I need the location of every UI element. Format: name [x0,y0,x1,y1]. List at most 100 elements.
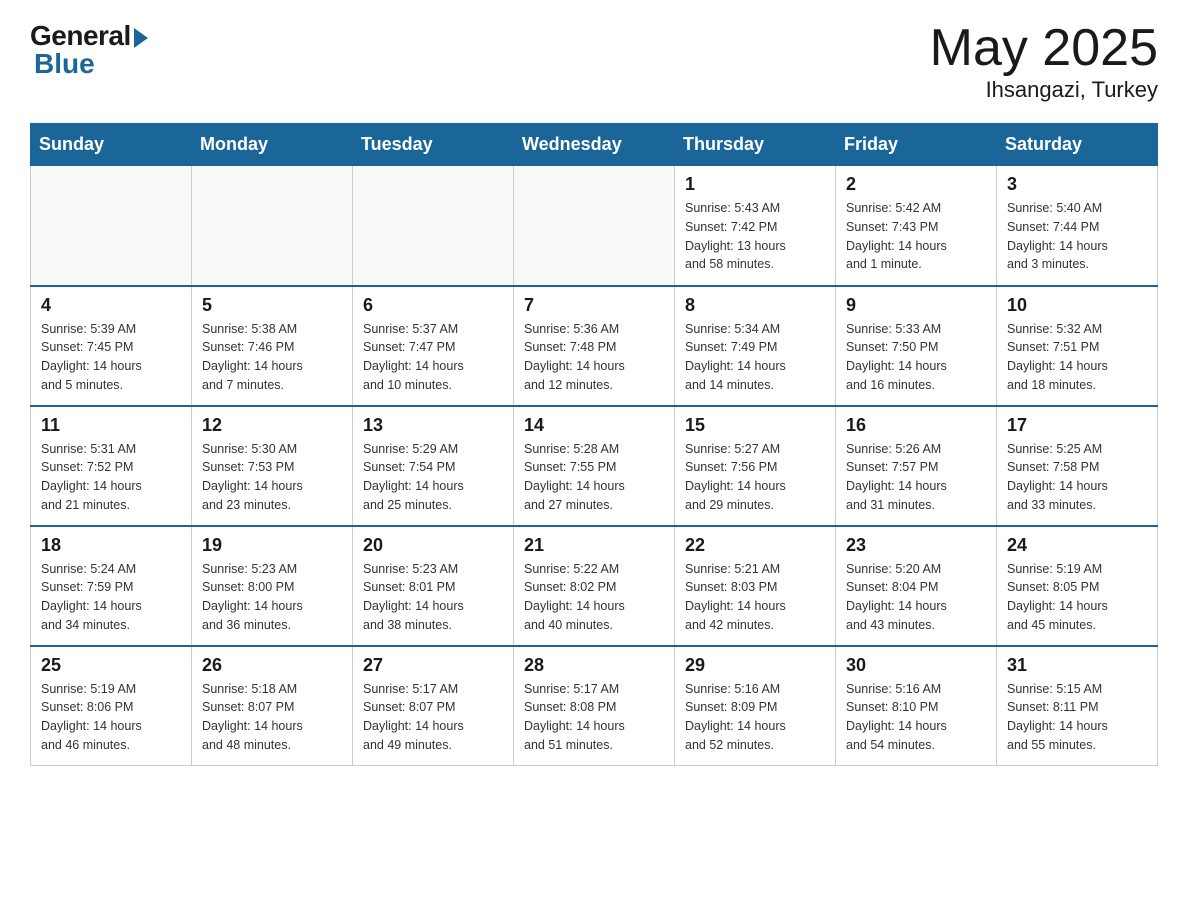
column-header-wednesday: Wednesday [514,124,675,166]
calendar-cell: 1Sunrise: 5:43 AM Sunset: 7:42 PM Daylig… [675,166,836,286]
day-info: Sunrise: 5:15 AM Sunset: 8:11 PM Dayligh… [1007,680,1147,755]
day-info: Sunrise: 5:25 AM Sunset: 7:58 PM Dayligh… [1007,440,1147,515]
day-number: 8 [685,295,825,316]
day-number: 19 [202,535,342,556]
location-text: Ihsangazi, Turkey [930,77,1158,103]
calendar-header-row: SundayMondayTuesdayWednesdayThursdayFrid… [31,124,1158,166]
day-number: 2 [846,174,986,195]
calendar-cell: 13 Sunrise: 5:29 AM Sunset: 7:54 PM Dayli… [353,406,514,526]
day-number: 26 [202,655,342,676]
day-number: 13 [363,415,503,436]
calendar-cell: 8Sunrise: 5:34 AM Sunset: 7:49 PM Daylig… [675,286,836,406]
day-number: 28 [524,655,664,676]
day-info: Sunrise: 5:21 AM Sunset: 8:03 PM Dayligh… [685,560,825,635]
month-year-title: May 2025 [930,20,1158,77]
calendar-cell: 14 Sunrise: 5:28 AM Sunset: 7:55 PM Dayli… [514,406,675,526]
day-info: Sunrise: 5:28 AM Sunset: 7:55 PM Dayligh… [524,440,664,515]
calendar-cell [514,166,675,286]
day-info: Sunrise: 5:27 AM Sunset: 7:56 PM Dayligh… [685,440,825,515]
day-number: 12 [202,415,342,436]
logo-arrow-icon [134,28,148,48]
calendar-cell: 10 Sunrise: 5:32 AM Sunset: 7:51 PM Dayli… [997,286,1158,406]
day-info: Sunrise: 5:22 AM Sunset: 8:02 PM Dayligh… [524,560,664,635]
day-info: Sunrise: 5:24 AM Sunset: 7:59 PM Dayligh… [41,560,181,635]
calendar-cell: 4 Sunrise: 5:39 AM Sunset: 7:45 PM Daylig… [31,286,192,406]
calendar-cell: 9 Sunrise: 5:33 AM Sunset: 7:50 PM Daylig… [836,286,997,406]
title-block: May 2025 Ihsangazi, Turkey [930,20,1158,103]
day-number: 15 [685,415,825,436]
day-info: Sunrise: 5:40 AM Sunset: 7:44 PM Dayligh… [1007,199,1147,274]
day-info: Sunrise: 5:18 AM Sunset: 8:07 PM Dayligh… [202,680,342,755]
calendar-week-row: 11Sunrise: 5:31 AM Sunset: 7:52 PM Dayli… [31,406,1158,526]
day-number: 4 [41,295,181,316]
day-info: Sunrise: 5:38 AM Sunset: 7:46 PM Dayligh… [202,320,342,395]
day-number: 18 [41,535,181,556]
day-number: 10 [1007,295,1147,316]
day-info: Sunrise: 5:17 AM Sunset: 8:08 PM Dayligh… [524,680,664,755]
column-header-thursday: Thursday [675,124,836,166]
day-number: 30 [846,655,986,676]
day-number: 7 [524,295,664,316]
day-number: 1 [685,174,825,195]
day-number: 25 [41,655,181,676]
calendar-cell: 24Sunrise: 5:19 AM Sunset: 8:05 PM Dayli… [997,526,1158,646]
logo-blue-text: Blue [30,48,95,80]
column-header-sunday: Sunday [31,124,192,166]
day-number: 29 [685,655,825,676]
day-info: Sunrise: 5:19 AM Sunset: 8:05 PM Dayligh… [1007,560,1147,635]
calendar-week-row: 4 Sunrise: 5:39 AM Sunset: 7:45 PM Daylig… [31,286,1158,406]
calendar-cell: 12 Sunrise: 5:30 AM Sunset: 7:53 PM Dayli… [192,406,353,526]
calendar-cell: 26 Sunrise: 5:18 AM Sunset: 8:07 PM Dayli… [192,646,353,766]
column-header-tuesday: Tuesday [353,124,514,166]
day-info: Sunrise: 5:30 AM Sunset: 7:53 PM Dayligh… [202,440,342,515]
column-header-saturday: Saturday [997,124,1158,166]
calendar-cell: 15 Sunrise: 5:27 AM Sunset: 7:56 PM Dayli… [675,406,836,526]
calendar-cell [192,166,353,286]
day-number: 21 [524,535,664,556]
calendar-cell: 28 Sunrise: 5:17 AM Sunset: 8:08 PM Dayli… [514,646,675,766]
day-info: Sunrise: 5:17 AM Sunset: 8:07 PM Dayligh… [363,680,503,755]
calendar-week-row: 18 Sunrise: 5:24 AM Sunset: 7:59 PM Dayli… [31,526,1158,646]
day-number: 6 [363,295,503,316]
day-number: 16 [846,415,986,436]
day-info: Sunrise: 5:20 AM Sunset: 8:04 PM Dayligh… [846,560,986,635]
calendar-cell: 21 Sunrise: 5:22 AM Sunset: 8:02 PM Dayli… [514,526,675,646]
day-info: Sunrise: 5:16 AM Sunset: 8:09 PM Dayligh… [685,680,825,755]
calendar-week-row: 1Sunrise: 5:43 AM Sunset: 7:42 PM Daylig… [31,166,1158,286]
day-info: Sunrise: 5:29 AM Sunset: 7:54 PM Dayligh… [363,440,503,515]
calendar-cell: 17 Sunrise: 5:25 AM Sunset: 7:58 PM Dayli… [997,406,1158,526]
page-header: General Blue May 2025 Ihsangazi, Turkey [30,20,1158,103]
calendar-cell: 11Sunrise: 5:31 AM Sunset: 7:52 PM Dayli… [31,406,192,526]
calendar-cell: 30 Sunrise: 5:16 AM Sunset: 8:10 PM Dayli… [836,646,997,766]
column-header-friday: Friday [836,124,997,166]
day-number: 17 [1007,415,1147,436]
calendar-cell: 2 Sunrise: 5:42 AM Sunset: 7:43 PM Daylig… [836,166,997,286]
column-header-monday: Monday [192,124,353,166]
day-info: Sunrise: 5:16 AM Sunset: 8:10 PM Dayligh… [846,680,986,755]
calendar-cell: 16Sunrise: 5:26 AM Sunset: 7:57 PM Dayli… [836,406,997,526]
day-number: 20 [363,535,503,556]
day-info: Sunrise: 5:33 AM Sunset: 7:50 PM Dayligh… [846,320,986,395]
day-info: Sunrise: 5:42 AM Sunset: 7:43 PM Dayligh… [846,199,986,274]
calendar-cell: 5Sunrise: 5:38 AM Sunset: 7:46 PM Daylig… [192,286,353,406]
logo: General Blue [30,20,148,80]
day-info: Sunrise: 5:36 AM Sunset: 7:48 PM Dayligh… [524,320,664,395]
day-number: 14 [524,415,664,436]
day-number: 9 [846,295,986,316]
day-info: Sunrise: 5:32 AM Sunset: 7:51 PM Dayligh… [1007,320,1147,395]
calendar-cell: 27Sunrise: 5:17 AM Sunset: 8:07 PM Dayli… [353,646,514,766]
day-info: Sunrise: 5:39 AM Sunset: 7:45 PM Dayligh… [41,320,181,395]
calendar-cell: 29 Sunrise: 5:16 AM Sunset: 8:09 PM Dayli… [675,646,836,766]
day-info: Sunrise: 5:23 AM Sunset: 8:00 PM Dayligh… [202,560,342,635]
day-info: Sunrise: 5:37 AM Sunset: 7:47 PM Dayligh… [363,320,503,395]
day-number: 3 [1007,174,1147,195]
calendar-cell [353,166,514,286]
day-number: 22 [685,535,825,556]
calendar-cell: 31Sunrise: 5:15 AM Sunset: 8:11 PM Dayli… [997,646,1158,766]
calendar-cell: 18 Sunrise: 5:24 AM Sunset: 7:59 PM Dayli… [31,526,192,646]
calendar-cell: 20Sunrise: 5:23 AM Sunset: 8:01 PM Dayli… [353,526,514,646]
calendar-cell: 6 Sunrise: 5:37 AM Sunset: 7:47 PM Daylig… [353,286,514,406]
calendar-cell: 25Sunrise: 5:19 AM Sunset: 8:06 PM Dayli… [31,646,192,766]
calendar-cell: 23Sunrise: 5:20 AM Sunset: 8:04 PM Dayli… [836,526,997,646]
calendar-cell: 19 Sunrise: 5:23 AM Sunset: 8:00 PM Dayli… [192,526,353,646]
